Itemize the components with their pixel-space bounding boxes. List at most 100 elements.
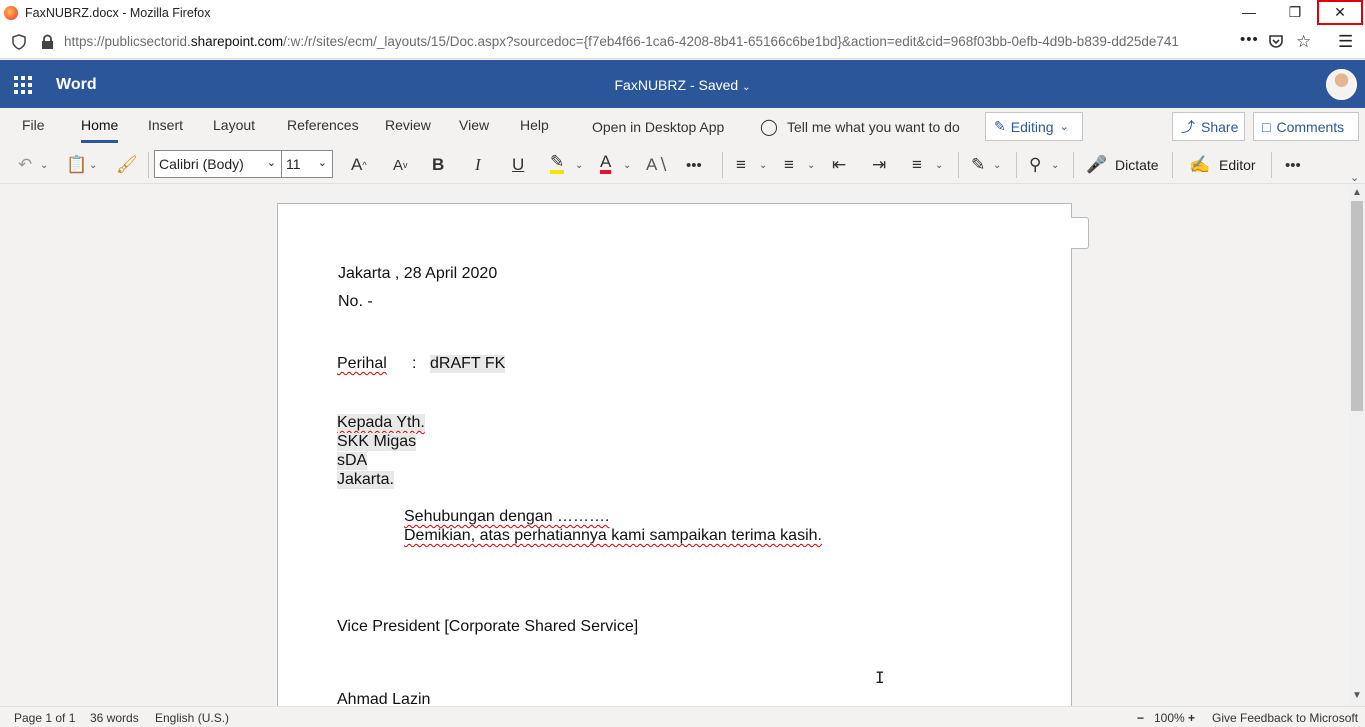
recipient-line-4[interactable]: Jakarta.: [337, 471, 394, 489]
status-bar: Page 1 of 1 36 words English (U.S.) − 10…: [0, 706, 1365, 727]
paste-icon[interactable]: 📋: [66, 154, 87, 176]
numbering-icon[interactable]: ≡: [784, 154, 794, 176]
tell-me-search[interactable]: Tell me what you want to do: [787, 119, 960, 135]
recipient-line-1[interactable]: Kepada Yth.: [337, 414, 425, 432]
tab-file[interactable]: File: [22, 117, 45, 133]
language-indicator[interactable]: English (U.S.): [155, 711, 229, 725]
divider: [1271, 152, 1272, 178]
vertical-scrollbar[interactable]: ▲ ▼: [1349, 185, 1365, 706]
close-window-button[interactable]: ✕: [1317, 0, 1363, 25]
dictate-button[interactable]: Dictate: [1115, 157, 1159, 173]
editor-pen-icon[interactable]: ✍: [1189, 154, 1210, 176]
microphone-icon[interactable]: 🎤: [1086, 154, 1107, 176]
bullets-dropdown-chevron-icon[interactable]: ⌄: [759, 154, 767, 176]
signature-title[interactable]: Vice President [Corporate Shared Service…: [337, 618, 638, 636]
font-size-select[interactable]: 11 ⌄: [281, 150, 333, 178]
zoom-out-button[interactable]: −: [1137, 711, 1144, 725]
number-line[interactable]: No. -: [338, 293, 373, 311]
give-feedback-link[interactable]: Give Feedback to Microsoft: [1212, 711, 1358, 725]
styles-icon[interactable]: ✎: [971, 154, 985, 176]
chevron-down-icon: ⌄: [317, 157, 327, 169]
paste-dropdown-chevron-icon[interactable]: ⌄: [89, 154, 97, 176]
zoom-in-button[interactable]: +: [1188, 711, 1195, 725]
tracking-shield-icon[interactable]: [12, 34, 26, 50]
home-toolbar: ↶ ⌄ 📋 ⌄ 🖌 Calibri (Body) ⌄ 11 ⌄ A ^ Av B …: [0, 146, 1365, 184]
styles-dropdown-chevron-icon[interactable]: ⌄: [993, 154, 1001, 176]
url-suffix: /:w:/r/sites/ecm/_layouts/15/Doc.aspx?so…: [283, 34, 1179, 49]
document-title[interactable]: FaxNUBRZ - Saved ⌄: [0, 77, 1365, 93]
recipient-line-3[interactable]: sDA: [337, 452, 368, 470]
tab-insert[interactable]: Insert: [148, 117, 183, 133]
clear-formatting-icon[interactable]: A∖: [646, 154, 668, 176]
italic-icon[interactable]: I: [475, 154, 481, 176]
user-avatar[interactable]: [1326, 69, 1357, 100]
zoom-level[interactable]: 100%: [1154, 711, 1185, 725]
font-name-select[interactable]: Calibri (Body) ⌄: [154, 150, 282, 178]
document-canvas: Jakarta , 28 April 2020 No. - Perihal : …: [0, 185, 1349, 706]
highlight-dropdown-chevron-icon[interactable]: ⌄: [575, 154, 583, 176]
bullets-icon[interactable]: ≡: [736, 154, 746, 176]
undo-icon[interactable]: ↶: [18, 154, 32, 176]
underline-icon[interactable]: U: [512, 154, 524, 176]
align-icon[interactable]: ≡: [912, 154, 922, 176]
font-color-dropdown-chevron-icon[interactable]: ⌄: [623, 154, 631, 176]
find-search-icon[interactable]: ⚲: [1029, 154, 1041, 176]
share-label: Share: [1201, 118, 1239, 135]
format-painter-icon[interactable]: 🖌: [116, 154, 138, 176]
url-field[interactable]: https://publicsectorid.sharepoint.com/:w…: [64, 34, 1234, 49]
tab-review[interactable]: Review: [385, 117, 431, 133]
increase-indent-icon[interactable]: ⇥: [872, 154, 886, 176]
minimize-button[interactable]: —: [1226, 0, 1272, 24]
word-count[interactable]: 36 words: [90, 711, 139, 725]
body-line-2[interactable]: Demikian, atas perhatiannya kami sampaik…: [404, 527, 822, 545]
chevron-down-icon: ⌄: [742, 82, 751, 93]
bold-icon[interactable]: B: [432, 154, 444, 176]
more-options-icon[interactable]: •••: [1285, 154, 1301, 176]
subject-label[interactable]: Perihal: [337, 355, 387, 373]
align-dropdown-chevron-icon[interactable]: ⌄: [935, 154, 943, 176]
comments-button[interactable]: □ Comments: [1253, 112, 1359, 141]
decrease-indent-icon[interactable]: ⇤: [832, 154, 846, 176]
tab-help[interactable]: Help: [520, 117, 549, 133]
hamburger-menu-icon[interactable]: ☰: [1338, 32, 1353, 52]
scroll-down-arrow-icon[interactable]: ▼: [1352, 690, 1362, 701]
url-prefix: https://publicsectorid.: [64, 34, 191, 49]
pocket-icon[interactable]: [1268, 34, 1284, 50]
scrollbar-thumb[interactable]: [1351, 201, 1363, 411]
chevron-down-icon: ⌄: [266, 157, 276, 169]
share-button[interactable]: ⤴ Share: [1172, 112, 1245, 141]
url-domain: sharepoint.com: [190, 34, 284, 49]
page-actions-button[interactable]: •••: [1240, 31, 1259, 48]
recipient-line-2[interactable]: SKK Migas: [337, 433, 417, 451]
grow-font-icon[interactable]: A ^: [351, 154, 367, 176]
font-color-icon[interactable]: A: [600, 152, 612, 174]
comment-icon: □: [1262, 118, 1271, 135]
date-line[interactable]: Jakarta , 28 April 2020: [338, 265, 497, 283]
signature-name[interactable]: Ahmad Lazin: [337, 691, 430, 706]
share-icon: ⤴: [1181, 118, 1195, 135]
tab-layout[interactable]: Layout: [213, 117, 255, 133]
tab-references[interactable]: References: [287, 117, 359, 133]
scroll-up-arrow-icon[interactable]: ▲: [1352, 187, 1362, 198]
numbering-dropdown-chevron-icon[interactable]: ⌄: [807, 154, 815, 176]
lock-icon[interactable]: [41, 34, 54, 50]
comment-margin-tab[interactable]: [1071, 217, 1089, 249]
pencil-icon: ✎: [994, 118, 1006, 134]
tab-view[interactable]: View: [459, 117, 489, 133]
find-dropdown-chevron-icon[interactable]: ⌄: [1051, 154, 1059, 176]
highlight-color-icon[interactable]: ✎: [550, 152, 565, 174]
body-line-1[interactable]: Sehubungan dengan ……….: [404, 508, 609, 526]
more-font-options-icon[interactable]: •••: [686, 154, 702, 176]
open-in-desktop-button[interactable]: Open in Desktop App: [592, 119, 724, 135]
tab-home[interactable]: Home: [81, 117, 118, 133]
subject-value[interactable]: dRAFT FK: [430, 355, 506, 373]
restore-button[interactable]: ❐: [1272, 0, 1318, 24]
shrink-font-icon[interactable]: Av: [393, 154, 408, 176]
editing-mode-button[interactable]: ✎ Editing ⌄: [985, 112, 1083, 141]
document-page[interactable]: Jakarta , 28 April 2020 No. - Perihal : …: [277, 203, 1072, 706]
undo-dropdown-chevron-icon[interactable]: ⌄: [40, 154, 48, 176]
active-tab-indicator: [81, 140, 118, 143]
divider: [958, 152, 959, 178]
bookmark-star-icon[interactable]: ☆: [1296, 32, 1311, 52]
editor-button[interactable]: Editor: [1219, 157, 1256, 173]
